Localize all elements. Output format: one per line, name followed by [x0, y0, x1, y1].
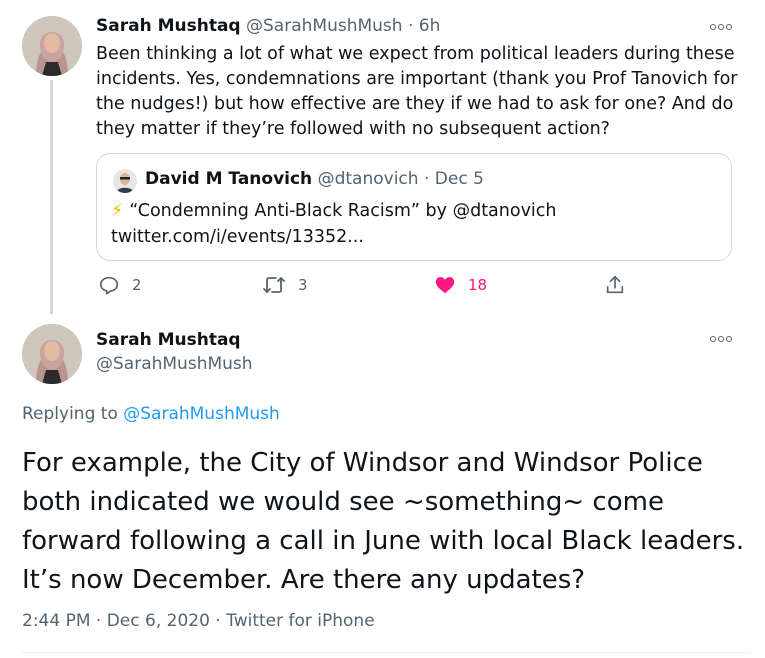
- quote-author-name: David M Tanovich: [145, 169, 313, 189]
- separator: ·: [215, 611, 221, 631]
- quote-author-handle: @dtanovich: [317, 169, 419, 189]
- tweet-actions: 2 3 18: [96, 268, 736, 302]
- tweet-date[interactable]: Dec 6, 2020: [107, 611, 210, 631]
- tweet-text: Been thinking a lot of what we expect fr…: [96, 44, 738, 139]
- share-button[interactable]: [604, 268, 626, 302]
- avatar[interactable]: [22, 324, 82, 384]
- divider: [22, 652, 751, 653]
- more-options-icon[interactable]: [710, 22, 732, 32]
- lightning-bolt-icon: ⚡: [111, 201, 124, 221]
- retweet-count: 3: [298, 276, 308, 294]
- tweet-header: Sarah Mushtaq @SarahMushMush · 6h: [96, 16, 440, 36]
- thread-line: [50, 80, 53, 314]
- reply-icon: [99, 276, 119, 295]
- reply-button[interactable]: 2: [98, 268, 142, 302]
- like-count: 18: [468, 276, 488, 294]
- tweet-time[interactable]: 2:44 PM: [22, 611, 91, 631]
- author-handle[interactable]: @SarahMushMush: [246, 16, 403, 36]
- quote-date: Dec 5: [434, 169, 484, 189]
- author-name[interactable]: Sarah Mushtaq: [96, 16, 241, 36]
- tweet-source[interactable]: Twitter for iPhone: [226, 611, 375, 631]
- quote-tweet-card[interactable]: David M Tanovich @dtanovich · Dec 5 ⚡ “Co…: [96, 153, 732, 261]
- share-icon: [606, 275, 624, 294]
- quote-text-container: ⚡ “Condemning Anti-Black Racism” by @dtan…: [111, 198, 721, 250]
- replying-prefix: Replying to: [22, 404, 124, 424]
- tweet-time[interactable]: 6h: [419, 16, 441, 36]
- reply-count: 2: [132, 276, 142, 294]
- quote-text: “Condemning Anti-Black Racism” by @dtano…: [111, 201, 557, 247]
- separator: ·: [407, 16, 414, 36]
- separator: ·: [95, 611, 102, 631]
- retweet-button[interactable]: 3: [262, 268, 308, 302]
- more-options-icon[interactable]: [710, 334, 732, 344]
- avatar[interactable]: [22, 16, 82, 76]
- separator: ·: [423, 169, 430, 189]
- retweet-icon: [263, 277, 285, 293]
- quote-header: David M Tanovich @dtanovich · Dec 5: [145, 169, 484, 189]
- replying-to-link[interactable]: @SarahMushMush: [123, 404, 280, 424]
- tweet-text: For example, the City of Windsor and Win…: [22, 448, 745, 595]
- heart-icon: [435, 277, 455, 294]
- author-handle[interactable]: @SarahMushMush: [96, 354, 253, 374]
- like-button[interactable]: 18: [434, 268, 487, 302]
- replying-to: Replying to @SarahMushMush: [22, 404, 280, 424]
- tweet-meta: 2:44 PM · Dec 6, 2020 · Twitter for iPho…: [22, 611, 375, 631]
- quote-avatar: [113, 169, 137, 193]
- author-name[interactable]: Sarah Mushtaq: [96, 330, 241, 350]
